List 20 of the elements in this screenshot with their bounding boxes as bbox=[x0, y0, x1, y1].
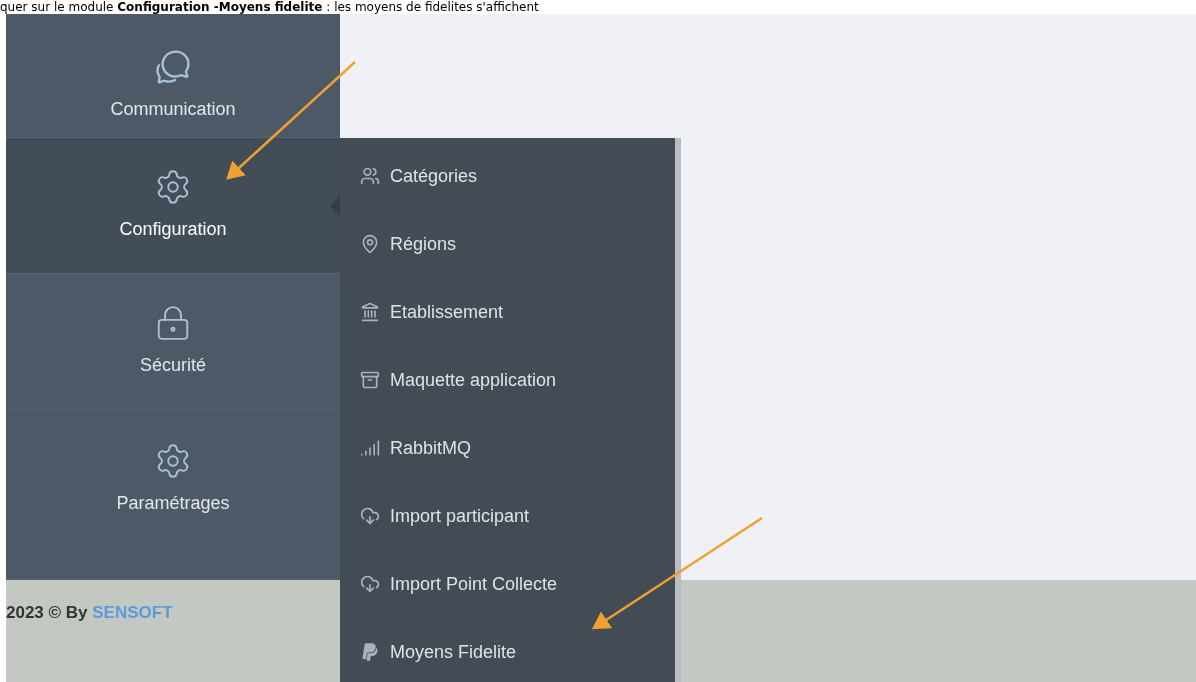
building-columns-icon bbox=[360, 302, 380, 322]
submenu-item[interactable]: Etablissement bbox=[340, 278, 675, 346]
submenu-item[interactable]: Régions bbox=[340, 210, 675, 278]
submenu-item[interactable]: Import Point Collecte bbox=[340, 550, 675, 618]
footer-text: 2023 © By bbox=[6, 603, 89, 622]
map-pin-icon bbox=[360, 234, 380, 254]
cloud-download-icon bbox=[360, 506, 380, 526]
submenu-item[interactable]: Moyens Fidelite bbox=[340, 618, 675, 682]
instruction-text: quer sur le module Configuration -Moyens fidelite : les moyens de fidelites s'affichent bbox=[0, 0, 540, 14]
sidebar-item[interactable]: Configuration bbox=[6, 138, 340, 274]
submenu-item[interactable]: Import participant bbox=[340, 482, 675, 550]
p-letter-icon bbox=[360, 642, 380, 662]
submenu-item[interactable]: Maquette application bbox=[340, 346, 675, 414]
submenu-item[interactable]: Catégories bbox=[340, 142, 675, 210]
signal-bars-icon bbox=[360, 438, 380, 458]
users-icon bbox=[360, 166, 380, 186]
archive-box-icon bbox=[360, 370, 380, 390]
submenu-item[interactable]: RabbitMQ bbox=[340, 414, 675, 482]
cloud-download-icon bbox=[360, 574, 380, 594]
chat-bubbles-icon bbox=[154, 48, 192, 86]
